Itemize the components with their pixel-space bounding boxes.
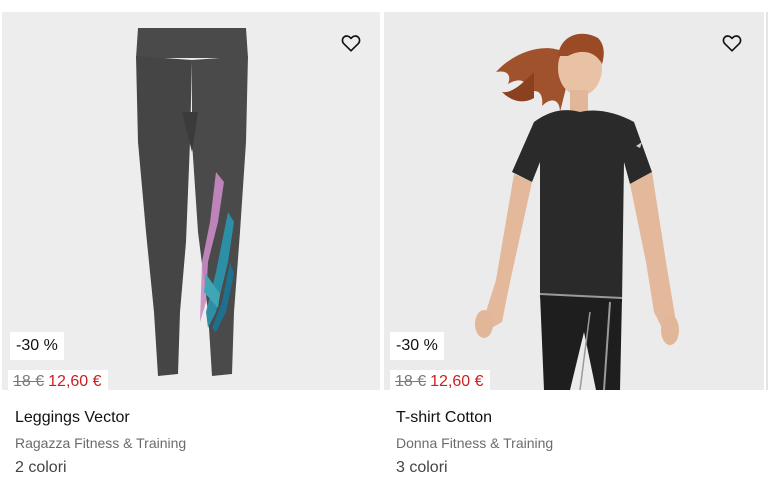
product-name[interactable]: T-shirt Cotton — [396, 408, 492, 428]
discount-badge: -30 % — [10, 332, 64, 360]
product-category: Donna Fitness & Training — [396, 435, 554, 451]
product-card[interactable]: -30 % 18 €12,60 € Leggings Vector Ragazz… — [2, 12, 382, 492]
old-price: 18 € — [395, 373, 427, 390]
product-image[interactable]: -30 % 18 €12,60 € — [2, 12, 380, 390]
sale-price: 12,60 € — [430, 373, 484, 390]
discount-badge: -30 % — [390, 332, 444, 360]
heart-outline-icon — [341, 35, 361, 52]
product-image[interactable]: -30 % 18 €12,60 € — [384, 12, 764, 390]
price: 18 €12,60 € — [8, 370, 108, 390]
color-count: 2 colori — [15, 459, 67, 476]
favorite-button[interactable] — [720, 31, 744, 55]
old-price: 18 € — [13, 373, 45, 390]
product-grid: -30 % 18 €12,60 € Leggings Vector Ragazz… — [0, 0, 768, 493]
favorite-button[interactable] — [339, 31, 363, 55]
product-card[interactable]: -30 % 18 €12,60 € T-shirt Cotton Donna F… — [384, 12, 764, 492]
heart-outline-icon — [722, 35, 742, 52]
price: 18 €12,60 € — [390, 370, 490, 390]
product-category: Ragazza Fitness & Training — [15, 435, 187, 451]
sale-price: 12,60 € — [48, 373, 102, 390]
product-name[interactable]: Leggings Vector — [15, 408, 130, 428]
color-count: 3 colori — [396, 459, 448, 476]
